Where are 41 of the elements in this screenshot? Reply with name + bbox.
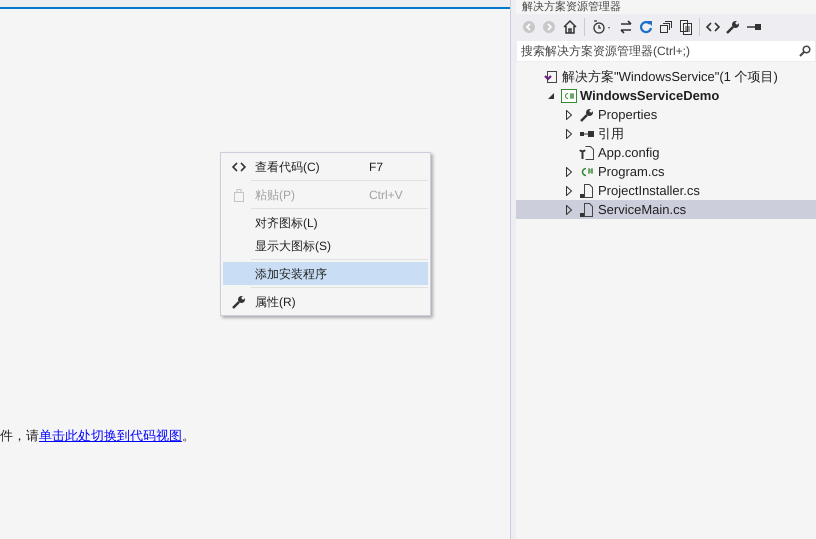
search-field[interactable]: 搜索解决方案资源管理器(Ctrl+;): [516, 40, 816, 62]
menu-item[interactable]: 添加安装程序: [223, 262, 428, 285]
collapse-all-icon[interactable]: [659, 20, 673, 34]
tree-item[interactable]: Program.cs: [516, 162, 816, 181]
clipboard-icon: [233, 188, 245, 202]
code-icon: [232, 160, 246, 172]
tree-item[interactable]: Properties: [516, 105, 816, 124]
tree-item[interactable]: 引用: [516, 124, 816, 143]
tree-item[interactable]: App.config: [516, 143, 816, 162]
tree-item[interactable]: ServiceMain.cs: [516, 200, 816, 219]
pin-icon[interactable]: [746, 22, 762, 32]
home-icon[interactable]: [562, 19, 578, 35]
refresh-icon[interactable]: [639, 20, 653, 34]
expanded-arrow-icon[interactable]: [547, 92, 555, 100]
menu-item[interactable]: 对齐图标(L): [223, 211, 428, 234]
sync-icon[interactable]: [619, 20, 633, 34]
tree-item[interactable]: 解决方案"WindowsService"(1 个项目): [516, 67, 816, 86]
wrench-icon[interactable]: [726, 20, 740, 34]
csharp-file-icon: [579, 166, 595, 178]
file-icon: [579, 202, 595, 218]
shortcut-text: F7: [369, 158, 384, 176]
code-view-link[interactable]: 单击此处切换到代码视图: [39, 429, 182, 444]
wrench-icon: [580, 108, 594, 122]
hint-text: 件，请单击此处切换到代码视图。: [0, 429, 195, 444]
tree-item[interactable]: WindowsServiceDemo: [516, 86, 816, 105]
panel-title: 解决方案资源管理器: [521, 0, 622, 14]
references-icon: [579, 128, 595, 138]
solution-icon: [544, 70, 558, 84]
code-icon[interactable]: [706, 21, 720, 33]
csharp-project-icon: [561, 88, 577, 102]
wrench-icon: [232, 294, 246, 308]
tree-item[interactable]: ProjectInstaller.cs: [516, 181, 816, 200]
config-file-icon: [579, 144, 595, 160]
menu-item[interactable]: 显示大图标(S): [223, 234, 428, 257]
file-icon: [579, 182, 595, 198]
menu-item[interactable]: 属性(R): [223, 290, 428, 313]
menu-item[interactable]: 查看代码(C) F7: [223, 155, 428, 178]
shortcut-text: Ctrl+V: [369, 186, 403, 204]
documents-icon[interactable]: [679, 19, 693, 35]
search-icon: [799, 45, 811, 57]
history-icon[interactable]: [591, 19, 613, 35]
